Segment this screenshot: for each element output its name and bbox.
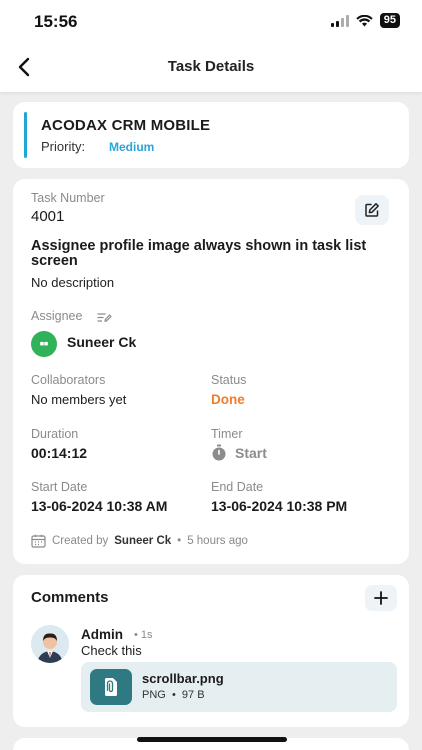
created-ago: 5 hours ago (187, 535, 248, 547)
navigation-bar: Task Details (0, 44, 422, 92)
attachment-file-size: 97 B (181, 689, 205, 701)
task-description: No description (31, 275, 115, 290)
duration-value: 00:14:12 (31, 445, 88, 461)
task-number: 4001 (31, 208, 65, 225)
end-date-value: 13-06-2024 10:38 PM (211, 498, 348, 514)
comment-time-value: 1s (140, 629, 153, 641)
file-attachment-icon (90, 669, 132, 705)
status-time: 15:56 (34, 12, 78, 31)
plus-icon (374, 591, 388, 605)
separator-dot: • (177, 535, 182, 547)
project-name: ACODAX CRM MOBILE (41, 117, 211, 134)
add-comment-button[interactable] (365, 585, 397, 611)
wifi-icon (356, 14, 373, 26)
assignee-avatar-logo-icon: ◼◼ (39, 341, 49, 347)
end-date-label: End Date (211, 480, 264, 494)
created-by-prefix: Created by (52, 535, 109, 547)
project-card: ACODAX CRM MOBILE Priority: Medium (13, 102, 409, 168)
home-indicator[interactable] (137, 737, 287, 742)
task-title: Assignee profile image always shown in t… (31, 238, 367, 269)
attachment-file-name: scrollbar.png (142, 671, 224, 686)
collaborators-label: Collaborators (31, 373, 106, 387)
start-date-value: 13-06-2024 10:38 AM (31, 498, 168, 514)
battery-indicator: 95 (379, 13, 400, 28)
page-title: Task Details (167, 58, 255, 75)
comment-attachment[interactable]: scrollbar.png PNG • 97 B (81, 662, 397, 712)
comments-card: Comments Admin • 1s Check this scrollbar… (13, 575, 409, 727)
status-label: Status (211, 373, 247, 387)
status-icons: 95 (330, 13, 400, 28)
attachment-file-meta: PNG • 97 B (142, 689, 205, 701)
assignee-name: Suneer Ck (67, 334, 137, 350)
priority-value: Medium (109, 140, 155, 154)
priority-label: Priority: (41, 139, 86, 154)
task-number-label: Task Number (31, 191, 105, 205)
edit-task-button[interactable] (355, 195, 389, 225)
created-by-name: Suneer Ck (114, 535, 172, 547)
edit-assignee-icon[interactable] (97, 311, 112, 323)
comment-author: Admin (81, 627, 123, 642)
timer-label: Timer (211, 427, 243, 441)
stopwatch-icon (212, 444, 226, 461)
duration-label: Duration (31, 427, 79, 441)
attachment-file-type: PNG (142, 689, 166, 701)
comment-text: Check this (81, 643, 142, 658)
timer-start-button[interactable]: Start (211, 444, 267, 461)
timer-start-label: Start (235, 444, 267, 461)
assignee-avatar: ◼◼ (31, 331, 57, 357)
created-by-row: Created by Suneer Ck • 5 hours ago (31, 534, 248, 548)
commenter-avatar (31, 625, 69, 663)
calendar-icon (31, 534, 46, 548)
collaborators-value: No members yet (31, 392, 127, 407)
user-avatar-icon (31, 625, 69, 663)
assignee-label: Assignee (31, 309, 83, 323)
comments-title: Comments (31, 589, 109, 606)
start-date-label: Start Date (31, 480, 88, 494)
task-details-card: Task Number 4001 Assignee profile image … (13, 179, 409, 564)
paperclip-file-icon (105, 678, 117, 696)
comment-time: • 1s (134, 629, 153, 641)
status-value: Done (211, 392, 245, 407)
edit-icon (365, 203, 379, 217)
project-accent-bar (24, 112, 27, 158)
status-bar: 15:56 95 (0, 0, 422, 44)
cellular-signal-icon (330, 14, 349, 27)
